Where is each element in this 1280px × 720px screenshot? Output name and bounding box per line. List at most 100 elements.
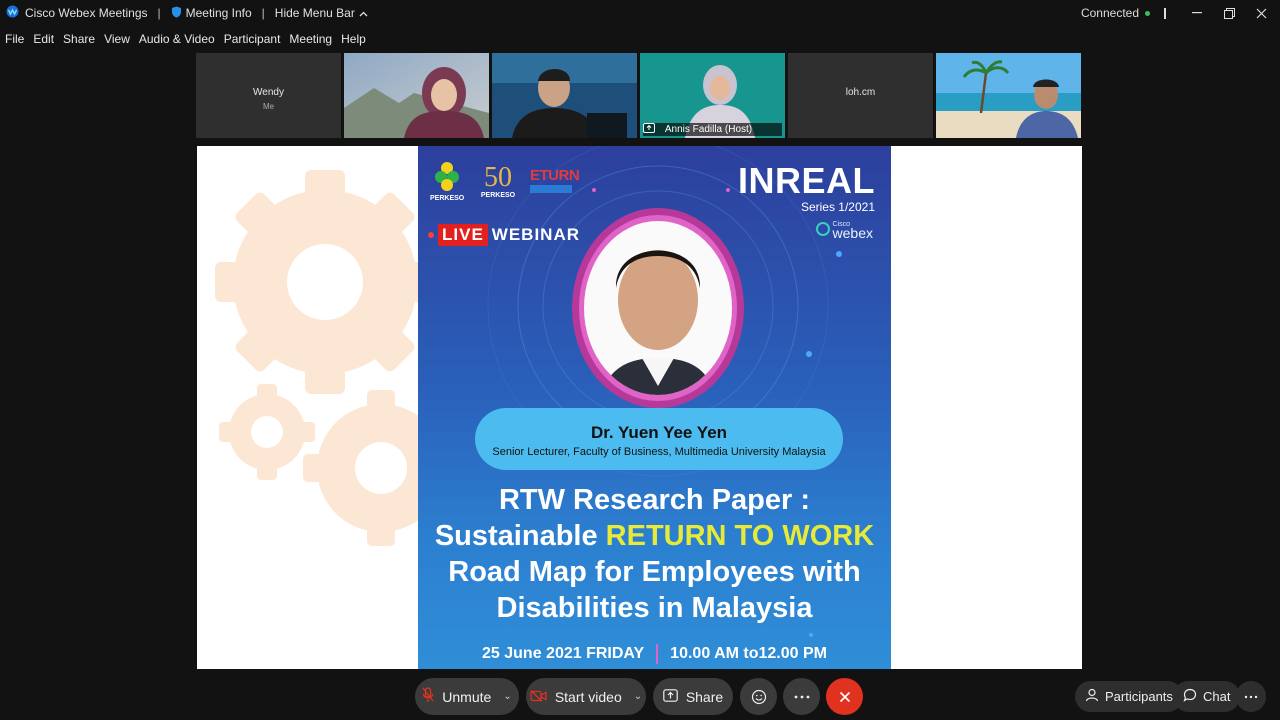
app-title: Cisco Webex Meetings	[25, 6, 148, 20]
webinar-time: 10.00 AM to12.00 PM	[670, 645, 827, 662]
more-icon	[794, 695, 809, 698]
chat-button[interactable]: Chat	[1173, 681, 1241, 712]
end-call-button[interactable]	[826, 678, 863, 715]
reactions-button[interactable]	[740, 678, 777, 715]
more-options-button[interactable]	[783, 678, 820, 715]
participant-tile-host[interactable]: Annis Fadilla (Host)	[640, 53, 785, 138]
chat-label: Chat	[1203, 689, 1231, 704]
participant-tile-video[interactable]	[344, 53, 489, 138]
speaker-title: Senior Lecturer, Faculty of Business, Mu…	[492, 446, 826, 458]
shield-icon	[171, 6, 182, 21]
participant-tile-wendy[interactable]: Wendy Me	[196, 53, 341, 138]
connection-status-label: Connected	[1080, 6, 1139, 20]
meeting-info-label: Meeting Info	[185, 6, 252, 20]
participant-strip: Wendy Me Annis Fadilla (Host) loh.cm	[196, 53, 1081, 138]
title-line-3: Road Map for Employees with	[448, 556, 861, 588]
more-icon	[1244, 695, 1258, 698]
menu-meeting[interactable]: Meeting	[289, 32, 332, 46]
menu-audio-video[interactable]: Audio & Video	[139, 32, 215, 46]
menu-participant[interactable]: Participant	[224, 32, 281, 46]
fifty-years-number: 50	[484, 162, 512, 193]
video-off-icon	[530, 689, 547, 705]
live-webinar-badge: LIVE WEBINAR	[428, 224, 580, 246]
return-to-work-logo-text: ETURN	[530, 167, 580, 184]
meeting-info-button[interactable]: Meeting Info	[171, 6, 252, 21]
menu-edit[interactable]: Edit	[33, 32, 54, 46]
title-highlight: RETURN TO WORK	[605, 520, 875, 552]
close-icon	[1256, 8, 1266, 18]
meeting-controls: Unmute ⌄ Start video ⌄ Share Participant…	[0, 674, 1280, 720]
share-button[interactable]: Share	[653, 678, 733, 715]
title-line-1: RTW Research Paper :	[498, 484, 811, 516]
title-bar: Cisco Webex Meetings | Meeting Info | Hi…	[0, 0, 1280, 26]
chevron-down-icon: ⌄	[633, 691, 643, 702]
title-separator: |	[157, 6, 161, 20]
live-label: LIVE	[438, 224, 488, 246]
fifty-years-logo: 50 PERKESO	[476, 162, 520, 200]
start-video-label: Start video	[554, 688, 622, 705]
perkeso-logo-icon	[435, 162, 459, 191]
title-separator: |	[261, 6, 265, 20]
connection-dot-icon	[1145, 10, 1150, 16]
menu-file[interactable]: File	[5, 32, 24, 46]
restore-button[interactable]	[1216, 0, 1242, 26]
more-panels-button[interactable]	[1236, 681, 1266, 712]
participants-label: Participants	[1105, 689, 1173, 704]
menu-share[interactable]: Share	[63, 32, 95, 46]
participant-caption: Annis Fadilla (Host)	[643, 123, 782, 136]
participant-name: Annis Fadilla (Host)	[664, 124, 753, 135]
restore-icon	[1223, 7, 1235, 19]
minimize-button[interactable]	[1184, 0, 1210, 26]
speaker-info: Dr. Yuen Yee Yen Senior Lecturer, Facult…	[475, 408, 843, 470]
decorative-gears-icon	[215, 170, 418, 546]
menu-bar: File Edit Share View Audio & Video Parti…	[0, 30, 366, 48]
perkeso-logo: PERKESO	[430, 160, 464, 202]
participant-subtitle: Me	[262, 102, 275, 111]
participant-video	[344, 53, 489, 138]
webinar-datetime: 25 June 2021 FRIDAY 10.00 AM to12.00 PM	[418, 644, 891, 664]
close-icon	[839, 691, 850, 702]
participant-tile-video[interactable]	[492, 53, 637, 138]
menu-help[interactable]: Help	[341, 32, 366, 46]
event-name: INREAL	[738, 160, 875, 201]
close-window-button[interactable]	[1248, 0, 1274, 26]
webex-logo-icon	[815, 222, 830, 236]
participant-name: Wendy	[253, 87, 284, 98]
participant-name: loh.cm	[845, 87, 876, 98]
minimize-icon	[1192, 12, 1202, 14]
participant-video	[936, 53, 1081, 138]
share-label: Share	[685, 688, 724, 705]
participant-tile-loh[interactable]: loh.cm	[788, 53, 933, 138]
webex-brand: Cisco webex	[815, 220, 873, 241]
webinar-slide: PERKESO 50 PERKESO ETURN INREAL Series 1…	[418, 146, 891, 669]
hide-menu-bar-label: Hide Menu Bar	[274, 6, 355, 20]
return-to-work-logo: ETURN	[530, 168, 580, 193]
menu-view[interactable]: View	[104, 32, 130, 46]
chevron-up-icon	[359, 6, 368, 20]
chat-icon	[1183, 688, 1197, 705]
person-icon	[1085, 688, 1099, 705]
participant-video	[492, 53, 637, 138]
webex-brand-name: webex	[832, 225, 873, 241]
speaker-portrait	[572, 208, 744, 408]
share-icon	[663, 688, 678, 705]
webex-logo-icon	[6, 5, 19, 21]
title-divider	[1164, 7, 1166, 19]
connection-status: Connected	[1081, 6, 1150, 20]
shared-content-stage: PERKESO 50 PERKESO ETURN INREAL Series 1…	[197, 146, 1082, 669]
title-line-2-start: Sustainable	[434, 520, 606, 552]
start-video-button[interactable]: Start video ⌄	[526, 678, 646, 715]
fifty-years-text: PERKESO	[480, 192, 516, 199]
perkeso-logo-text: PERKESO	[430, 195, 465, 202]
unmute-button[interactable]: Unmute ⌄	[415, 678, 519, 715]
hide-menu-bar-button[interactable]: Hide Menu Bar	[275, 6, 368, 20]
participant-tile-video[interactable]	[936, 53, 1081, 138]
webinar-label: WEBINAR	[491, 225, 581, 244]
webinar-title: RTW Research Paper : Sustainable RETURN …	[418, 482, 891, 626]
chevron-down-icon: ⌄	[503, 691, 512, 702]
live-dot-icon	[428, 232, 434, 238]
datetime-divider	[656, 644, 659, 664]
participants-button[interactable]: Participants	[1075, 681, 1183, 712]
event-series: Series 1/2021	[800, 200, 875, 214]
smiley-icon	[751, 689, 766, 704]
